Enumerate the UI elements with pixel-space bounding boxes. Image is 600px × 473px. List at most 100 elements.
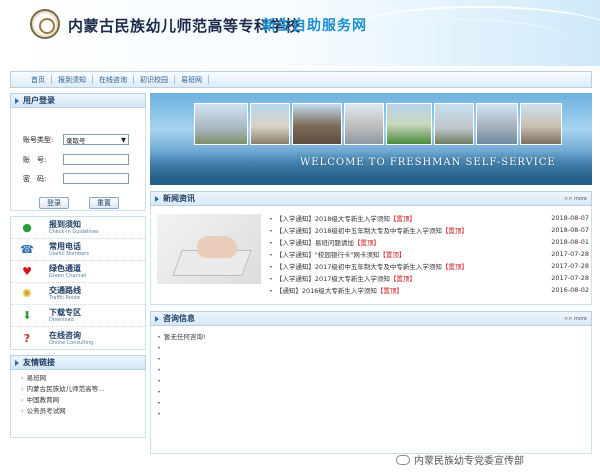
triangle-icon: [155, 315, 159, 322]
top-nav: 首页 报到须知 在线咨询 初识校园 易班网: [10, 71, 592, 88]
chevron-down-icon: ▼: [121, 135, 126, 144]
news-item-hot-badge: 【置顶】: [441, 227, 468, 235]
news-item-title: 【入学通知】2018级大专新生入学须知: [275, 215, 390, 223]
news-item[interactable]: 【入学通知】2018级初中五年制大专及中专新生入学须知【置顶】 2018-08-…: [269, 224, 589, 236]
consult-placeholder-line: [157, 354, 591, 365]
service-name: 新生自助服务网: [262, 18, 367, 34]
nav-item-consult[interactable]: 在线咨询: [93, 75, 133, 85]
quick-link-green-channel[interactable]: ♥ 绿色通道 Green Channel: [11, 261, 145, 283]
consult-placeholder-line: [157, 409, 591, 420]
quick-link-traffic[interactable]: ✺ 交通路线 Traffic Route: [11, 283, 145, 305]
quick-link-checkin[interactable]: ● 报到须知 Check-in Guidelines: [11, 217, 145, 239]
consult-panel: 暂无任何咨询!: [150, 326, 592, 454]
consult-placeholder-line: [157, 376, 591, 387]
right-column: WELCOME TO FRESHMAN SELF-SERVICE 新闻资讯 >>…: [150, 93, 592, 454]
triangle-icon: [15, 97, 19, 104]
news-list: 【入学通知】2018级大专新生入学须知【置顶】 2018-08-07 【入学通知…: [269, 212, 589, 296]
news-item-date: 2017-07-28: [551, 274, 589, 282]
campus-photo: [250, 103, 290, 145]
news-title: 新闻资讯: [163, 194, 195, 203]
quick-link-label: 绿色通道: [49, 264, 81, 273]
news-item-date: 2018-08-01: [551, 238, 589, 246]
news-item-title: 【入学通知】2017级大专新生入学须知: [275, 275, 390, 283]
consult-title: 咨询信息: [163, 314, 195, 323]
news-item-hot-badge: 【置顶】: [441, 263, 468, 271]
campus-photo: [476, 103, 518, 145]
login-title: 用户登录: [23, 96, 55, 105]
news-item[interactable]: 【入学通知】2018级大专新生入学须知【置顶】 2018-08-07: [269, 212, 589, 224]
consult-empty-text: 暂无任何咨询!: [157, 332, 591, 343]
welcome-text: WELCOME TO FRESHMAN SELF-SERVICE: [300, 157, 556, 168]
friend-link[interactable]: 易班网: [21, 373, 145, 384]
password-label: 密 码:: [23, 174, 47, 183]
news-item-title: 【入学通知】2017级初中五年制大专及中专新生入学须知: [275, 263, 442, 271]
account-type-value: 录取号: [66, 136, 86, 145]
friend-links-label: 友情链接: [23, 358, 55, 367]
news-image: [157, 214, 261, 284]
quick-link-phone[interactable]: ☎ 常用电话 Useful Numbers: [11, 239, 145, 261]
account-input[interactable]: [63, 154, 129, 165]
login-panel-title: 用户登录: [10, 93, 146, 108]
welcome-banner: WELCOME TO FRESHMAN SELF-SERVICE: [150, 93, 592, 185]
consult-placeholder-line: [157, 398, 591, 409]
triangle-icon: [15, 359, 19, 366]
quick-link-label: 在线咨询: [49, 330, 81, 340]
triangle-icon: [155, 195, 159, 202]
friend-link[interactable]: 中国教育网: [21, 395, 145, 406]
news-item[interactable]: 【入学通知】"校园银行卡"网卡须知【置顶】 2017-07-28: [269, 248, 589, 260]
news-item-hot-badge: 【置顶】: [353, 239, 380, 247]
news-item[interactable]: 【入学通知】易班问题请加【置顶】 2018-08-01: [269, 236, 589, 248]
news-item-date: 2018-08-07: [551, 226, 589, 234]
nav-item-home[interactable]: 首页: [25, 75, 51, 85]
nav-item-checkin[interactable]: 报到须知: [52, 75, 92, 85]
nav-item-campus[interactable]: 初识校园: [134, 75, 174, 85]
news-more-link[interactable]: >> more: [564, 196, 587, 202]
consult-more-link[interactable]: >> more: [564, 316, 587, 322]
news-item[interactable]: 【入学通知】2017级初中五年制大专及中专新生入学须知【置顶】 2017-07-…: [269, 260, 589, 272]
quick-link-sub: Online Consulting: [49, 339, 94, 346]
campus-photo: [194, 103, 248, 145]
traffic-icon: ✺: [22, 287, 32, 300]
campus-photo: [344, 103, 384, 145]
friend-link[interactable]: 公务员考试网: [21, 406, 145, 417]
login-button[interactable]: 登录: [39, 197, 69, 209]
quick-link-sub: Traffic Route: [49, 295, 81, 301]
friend-links-list: 易班网 内蒙古民族幼儿师范高等... 中国教育网 公务员考试网: [10, 370, 146, 438]
account-row: 账 号:: [23, 154, 129, 165]
school-logo-icon: [30, 9, 60, 39]
password-input[interactable]: [63, 173, 129, 184]
consult-placeholder-line: [157, 343, 591, 354]
quick-links: ● 报到须知 Check-in Guidelines ☎ 常用电话 Useful…: [10, 216, 146, 350]
friend-link[interactable]: 内蒙古民族幼儿师范高等...: [21, 384, 145, 395]
account-type-select[interactable]: 录取号 ▼: [63, 134, 129, 145]
account-type-row: 账号类型: 录取号 ▼: [23, 134, 129, 145]
campus-photo: [292, 103, 342, 145]
quick-link-label: 报到须知: [49, 220, 81, 229]
password-row: 密 码:: [23, 173, 129, 184]
news-item-date: 2018-08-07: [551, 214, 589, 222]
news-item-hot-badge: 【置顶】: [376, 287, 403, 295]
consult-placeholder-line: [157, 387, 591, 398]
phone-icon: ☎: [20, 243, 34, 256]
consult-section-title: 咨询信息 >> more: [150, 311, 592, 326]
quick-link-sub: Check-in Guidelines: [49, 229, 99, 235]
account-label: 账 号:: [23, 155, 47, 164]
news-item-hot-badge: 【置顶】: [379, 251, 406, 259]
news-item-date: 2017-07-28: [551, 250, 589, 258]
nav-item-yiban[interactable]: 易班网: [175, 75, 208, 85]
news-item-title: 【入学通知】"校园银行卡"网卡须知: [275, 251, 380, 259]
news-section-title: 新闻资讯 >> more: [150, 191, 592, 206]
info-icon: ●: [22, 221, 32, 234]
news-item[interactable]: 【通知】2016级大专新生入学须知【置顶】 2016-08-02: [269, 284, 589, 296]
news-item-date: 2016-08-02: [551, 286, 589, 294]
quick-link-sub: Download: [49, 317, 74, 323]
news-panel: 【入学通知】2018级大专新生入学须知【置顶】 2018-08-07 【入学通知…: [150, 206, 592, 305]
friend-links-title: 友情链接: [10, 355, 146, 370]
quick-link-download[interactable]: ⬇ 下载专区 Download: [11, 305, 145, 327]
watermark-text: 内蒙民族幼专党委宣传部: [414, 456, 524, 467]
news-item[interactable]: 【入学通知】2017级大专新生入学须知【置顶】 2017-07-28: [269, 272, 589, 284]
quick-link-online-consult[interactable]: ? 在线咨询 Online Consulting: [11, 327, 145, 349]
reset-button[interactable]: 重置: [89, 197, 119, 209]
news-item-title: 【入学通知】2018级初中五年制大专及中专新生入学须知: [275, 227, 442, 235]
account-type-label: 账号类型:: [23, 135, 54, 144]
